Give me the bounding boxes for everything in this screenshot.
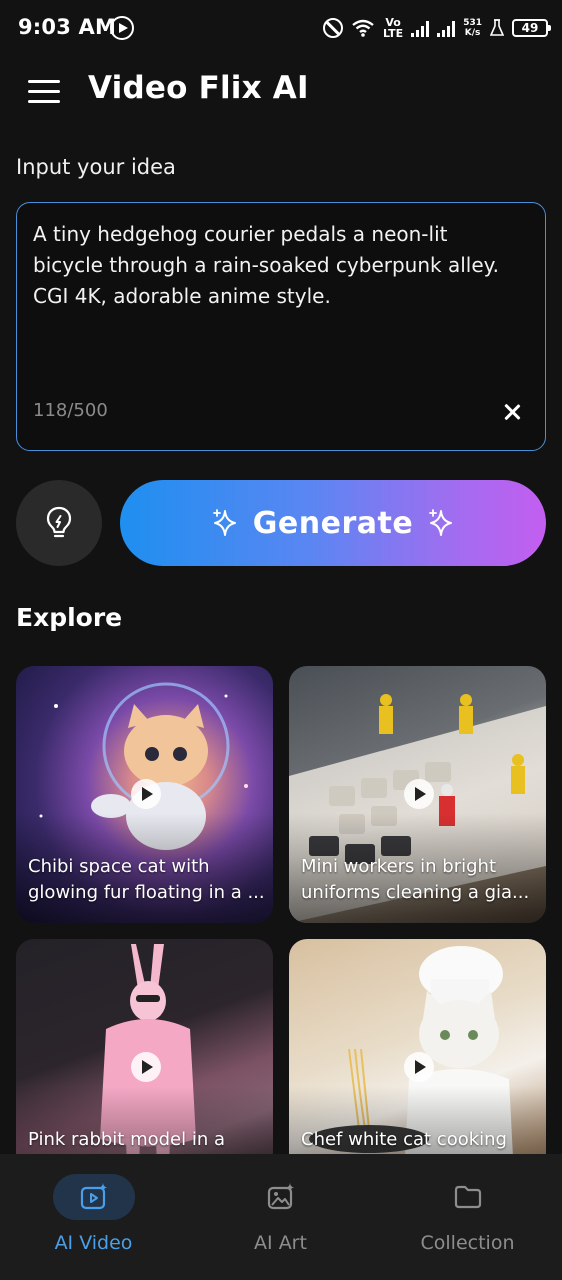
sparkle-icon (429, 509, 453, 536)
card-caption: Chibi space cat with glowing fur floatin… (28, 854, 263, 906)
prompt-label: Input your idea (16, 155, 176, 179)
bottom-nav: AI Video AI Art Collection (0, 1154, 562, 1280)
lightbulb-icon (46, 506, 72, 538)
explore-card[interactable]: Mini workers in bright uniforms cleaning… (289, 666, 546, 923)
card-caption: Mini workers in bright uniforms cleaning… (301, 854, 536, 906)
card-caption: Chef white cat cooking (301, 1127, 536, 1153)
card-caption-line: Pink rabbit model in a (28, 1129, 226, 1150)
play-icon[interactable] (131, 779, 161, 809)
ai-video-icon (80, 1183, 107, 1210)
volte-indicator: Vo LTE (382, 16, 404, 40)
do-not-disturb-icon (322, 18, 343, 38)
menu-button[interactable] (28, 80, 60, 106)
play-icon[interactable] (131, 1052, 161, 1082)
battery-indicator: 49 (512, 19, 551, 37)
play-icon[interactable] (404, 1052, 434, 1082)
signal-2-icon (437, 19, 456, 37)
prompt-text[interactable]: A tiny hedgehog courier pedals a neon-li… (33, 219, 523, 312)
nav-item-collection[interactable]: Collection (374, 1154, 561, 1280)
signal-1-icon (411, 19, 430, 37)
network-speed-unit: K/s (464, 28, 481, 38)
nav-item-ai-video[interactable]: AI Video (0, 1154, 187, 1280)
nav-label: AI Art (254, 1232, 307, 1254)
play-icon[interactable] (404, 779, 434, 809)
status-bar: 9:03 AM Vo LTE 531 K/s 49 (0, 0, 562, 56)
app-title: Video Flix AI (88, 70, 309, 106)
generate-label: Generate (252, 505, 414, 541)
prompt-input[interactable]: A tiny hedgehog courier pedals a neon-li… (16, 202, 546, 451)
menu-icon-bar (28, 90, 60, 93)
card-caption-line: Chef white cat cooking (301, 1129, 507, 1150)
menu-icon-bar (28, 100, 60, 103)
wifi-icon (352, 19, 374, 37)
status-time: 9:03 AM (18, 15, 117, 39)
network-speed: 531 K/s (463, 18, 482, 38)
network-speed-value: 531 (463, 18, 482, 28)
sparkle-icon (212, 509, 236, 536)
nav-label: AI Video (54, 1232, 133, 1254)
clear-icon[interactable] (501, 401, 523, 423)
folder-icon (454, 1185, 482, 1209)
nav-item-ai-art[interactable]: AI Art (187, 1154, 374, 1280)
flask-icon (490, 19, 504, 36)
generate-button[interactable]: Generate (120, 480, 546, 566)
status-icons: Vo LTE 531 K/s 49 (322, 14, 551, 42)
char-count: 118/500 (33, 400, 108, 421)
card-caption: Pink rabbit model in a (28, 1127, 263, 1153)
menu-icon-bar (28, 80, 60, 83)
card-caption-line: Chibi space cat with (28, 856, 210, 877)
card-caption-line: glowing fur floating in a ... (28, 882, 263, 903)
play-notification-icon (110, 16, 134, 40)
idea-button[interactable] (16, 480, 102, 566)
card-caption-line: Mini workers in bright (301, 856, 497, 877)
explore-card[interactable]: Chibi space cat with glowing fur floatin… (16, 666, 273, 923)
explore-title: Explore (16, 603, 123, 632)
ai-art-icon (267, 1183, 294, 1210)
card-caption-line: uniforms cleaning a gia... (301, 882, 530, 903)
nav-label: Collection (420, 1232, 515, 1254)
